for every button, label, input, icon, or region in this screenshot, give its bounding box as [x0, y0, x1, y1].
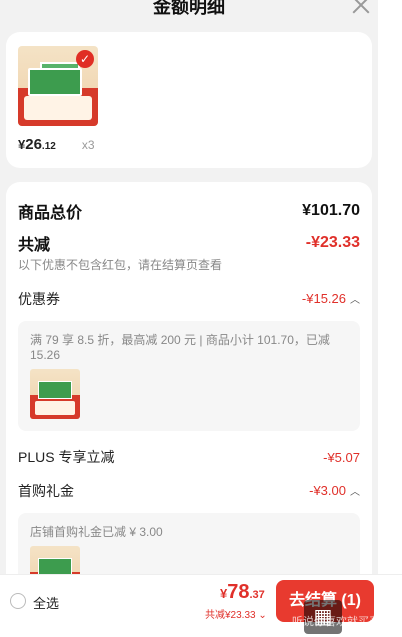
chevron-up-icon[interactable]: ︿: [350, 483, 360, 498]
sheet-header: 金额明细: [0, 0, 378, 32]
total-label: 商品总价: [18, 205, 83, 222]
plus-label: PLUS 专享立减: [18, 449, 115, 465]
product-card: ✓ ¥ 26 .12 x3: [6, 32, 372, 168]
payable-price: ¥78.37: [220, 581, 265, 604]
plus-row: PLUS 专享立减 -¥5.07: [18, 445, 360, 469]
product-image[interactable]: ✓: [18, 46, 98, 126]
coupon-label: 优惠券: [18, 291, 60, 307]
reduce-label: 共减: [18, 237, 51, 254]
price-integer: 26: [25, 136, 42, 153]
check-icon: ✓: [76, 50, 94, 68]
coupon-detail: 满 79 享 8.5 折，最高减 200 元 | 商品小计 101.70，已减 …: [30, 333, 330, 362]
product-price: ¥ 26 .12 x3: [18, 136, 360, 153]
page-title: 金额明细: [153, 0, 225, 17]
reduce-value: -¥23.33: [305, 234, 360, 251]
coupon-value-wrap: -¥15.26 ︿: [302, 290, 360, 308]
close-icon[interactable]: [350, 0, 372, 16]
coupon-value: -¥15.26: [301, 291, 346, 306]
amount-breakdown: 商品总价 ¥101.70 共减 -¥23.33 以下优惠不包含红包，请在结算页查…: [6, 182, 372, 637]
reduce-row: 共减 -¥23.33: [18, 232, 360, 254]
first-gift-label: 首购礼金: [18, 483, 74, 499]
amount-detail-sheet: 金额明细 ✓ ¥ 26 .12 x3 商品总价 ¥101.70 共减 -¥23.…: [0, 0, 378, 637]
payable-integer: 78: [227, 581, 250, 603]
select-all-label[interactable]: 全选: [33, 593, 59, 612]
first-gift-row[interactable]: 首购礼金 -¥3.00 ︿: [18, 479, 360, 503]
first-gift-value-wrap: -¥3.00 ︿: [309, 482, 360, 500]
payable-reduce-text: 共减¥23.33: [205, 610, 256, 621]
first-gift-value: -¥3.00: [309, 483, 346, 498]
plus-value: -¥5.07: [323, 449, 360, 465]
discount-note: 以下优惠不包含红包，请在结算页查看: [18, 258, 223, 272]
background-strip: [378, 0, 402, 574]
select-all-radio[interactable]: [10, 593, 26, 609]
product-quantity: x3: [81, 138, 95, 152]
payable-reduce[interactable]: 共减¥23.33 ⌄: [205, 606, 267, 621]
total-row: 商品总价 ¥101.70: [18, 196, 360, 226]
payable-decimal: .37: [249, 589, 265, 601]
price-symbol: ¥: [18, 137, 26, 152]
chevron-up-icon[interactable]: ︿: [350, 291, 360, 306]
total-value: ¥101.70: [302, 202, 360, 219]
coupon-product-image: [30, 369, 80, 419]
price-decimal: .12: [41, 141, 56, 152]
chevron-down-icon: ⌄: [255, 610, 267, 621]
coupon-detail-box: 满 79 享 8.5 折，最高减 200 元 | 商品小计 101.70，已减 …: [18, 321, 360, 431]
watermark-text: 听说你喜欢就买买: [292, 616, 380, 628]
coupon-row[interactable]: 优惠券 -¥15.26 ︿: [18, 287, 360, 311]
first-gift-detail: 店铺首购礼金已减 ¥ 3.00: [30, 525, 163, 539]
